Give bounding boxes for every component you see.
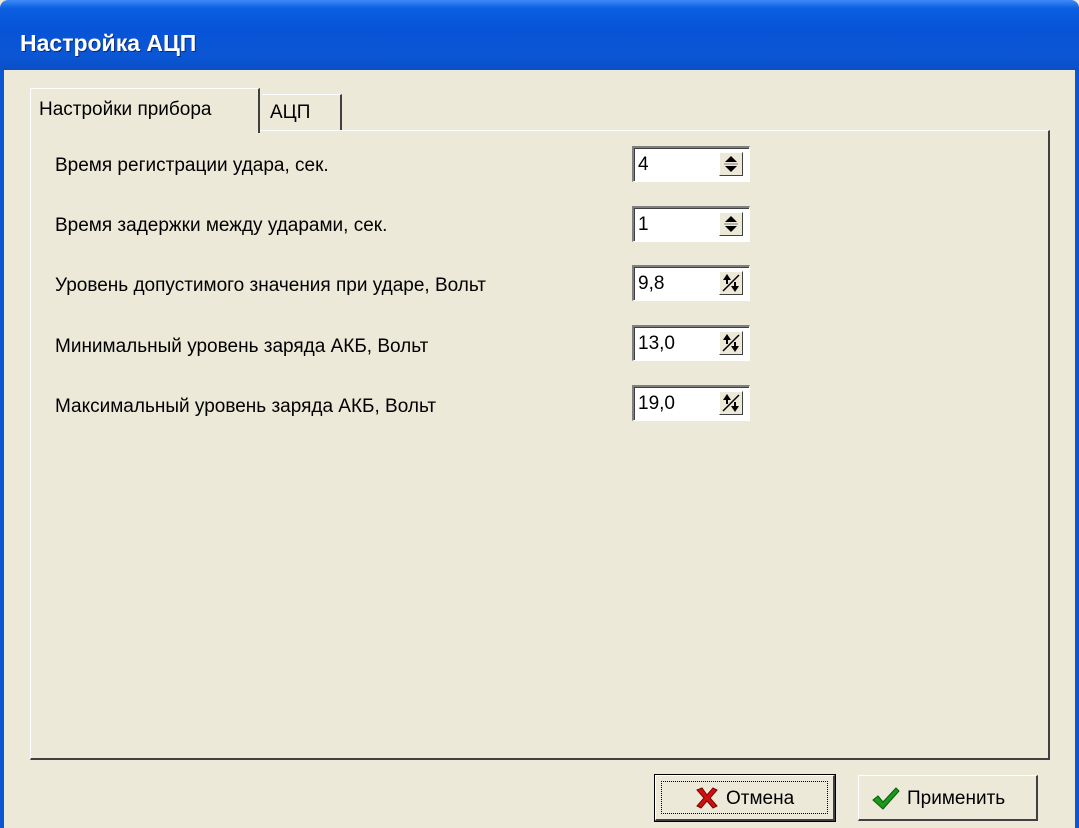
tab-device-settings[interactable]: Настройки прибора [30,88,260,133]
float-spin-icon[interactable] [719,271,743,295]
allowed-impact-voltage-spinbox[interactable]: 9,8 [632,265,750,301]
setting-label-max-battery-charge: Максимальный уровень заряда АКБ, Вольт [55,396,437,417]
updown-arrows-icon[interactable] [719,152,743,176]
setting-label-delay-between-impacts: Время задержки между ударами, сек. [55,215,388,236]
green-check-icon [871,786,901,818]
delay-between-impacts-spinbox[interactable]: 1 [632,206,750,242]
setting-label-allowed-impact-voltage: Уровень допустимого значения при ударе, … [55,275,486,296]
setting-label-min-battery-charge: Минимальный уровень заряда АКБ, Вольт [55,336,429,357]
impact-registration-time-spinbox[interactable]: 4 [632,146,750,182]
window-frame-right [1075,70,1079,828]
setting-label-impact-registration-time: Время регистрации удара, сек. [55,155,329,176]
float-spin-icon[interactable] [719,391,743,415]
apply-button[interactable]: Применить [858,775,1038,821]
min-battery-charge-spinbox[interactable]: 13,0 [632,325,750,361]
window-frame-left [0,70,4,828]
title-bar[interactable]: Настройка АЦП [0,0,1079,70]
spin-value: 1 [638,214,649,235]
red-x-icon [694,786,720,816]
spin-value: 4 [638,154,649,175]
settings-dialog: Настройка АЦП Настройки прибора АЦП Врем… [0,0,1079,828]
max-battery-charge-spinbox[interactable]: 19,0 [632,385,750,421]
cancel-button[interactable]: Отмена [654,774,836,822]
spin-value: 9,8 [638,273,665,294]
float-spin-icon[interactable] [719,331,743,355]
updown-arrows-icon[interactable] [719,212,743,236]
apply-button-label: Применить [907,788,1006,809]
cancel-button-label: Отмена [726,788,795,809]
spin-value: 13,0 [638,333,675,354]
tab-label: Настройки прибора [39,99,212,120]
tab-adc[interactable]: АЦП [262,94,342,130]
tab-label: АЦП [270,102,311,123]
window-title: Настройка АЦП [20,30,197,56]
spin-value: 19,0 [638,393,675,414]
